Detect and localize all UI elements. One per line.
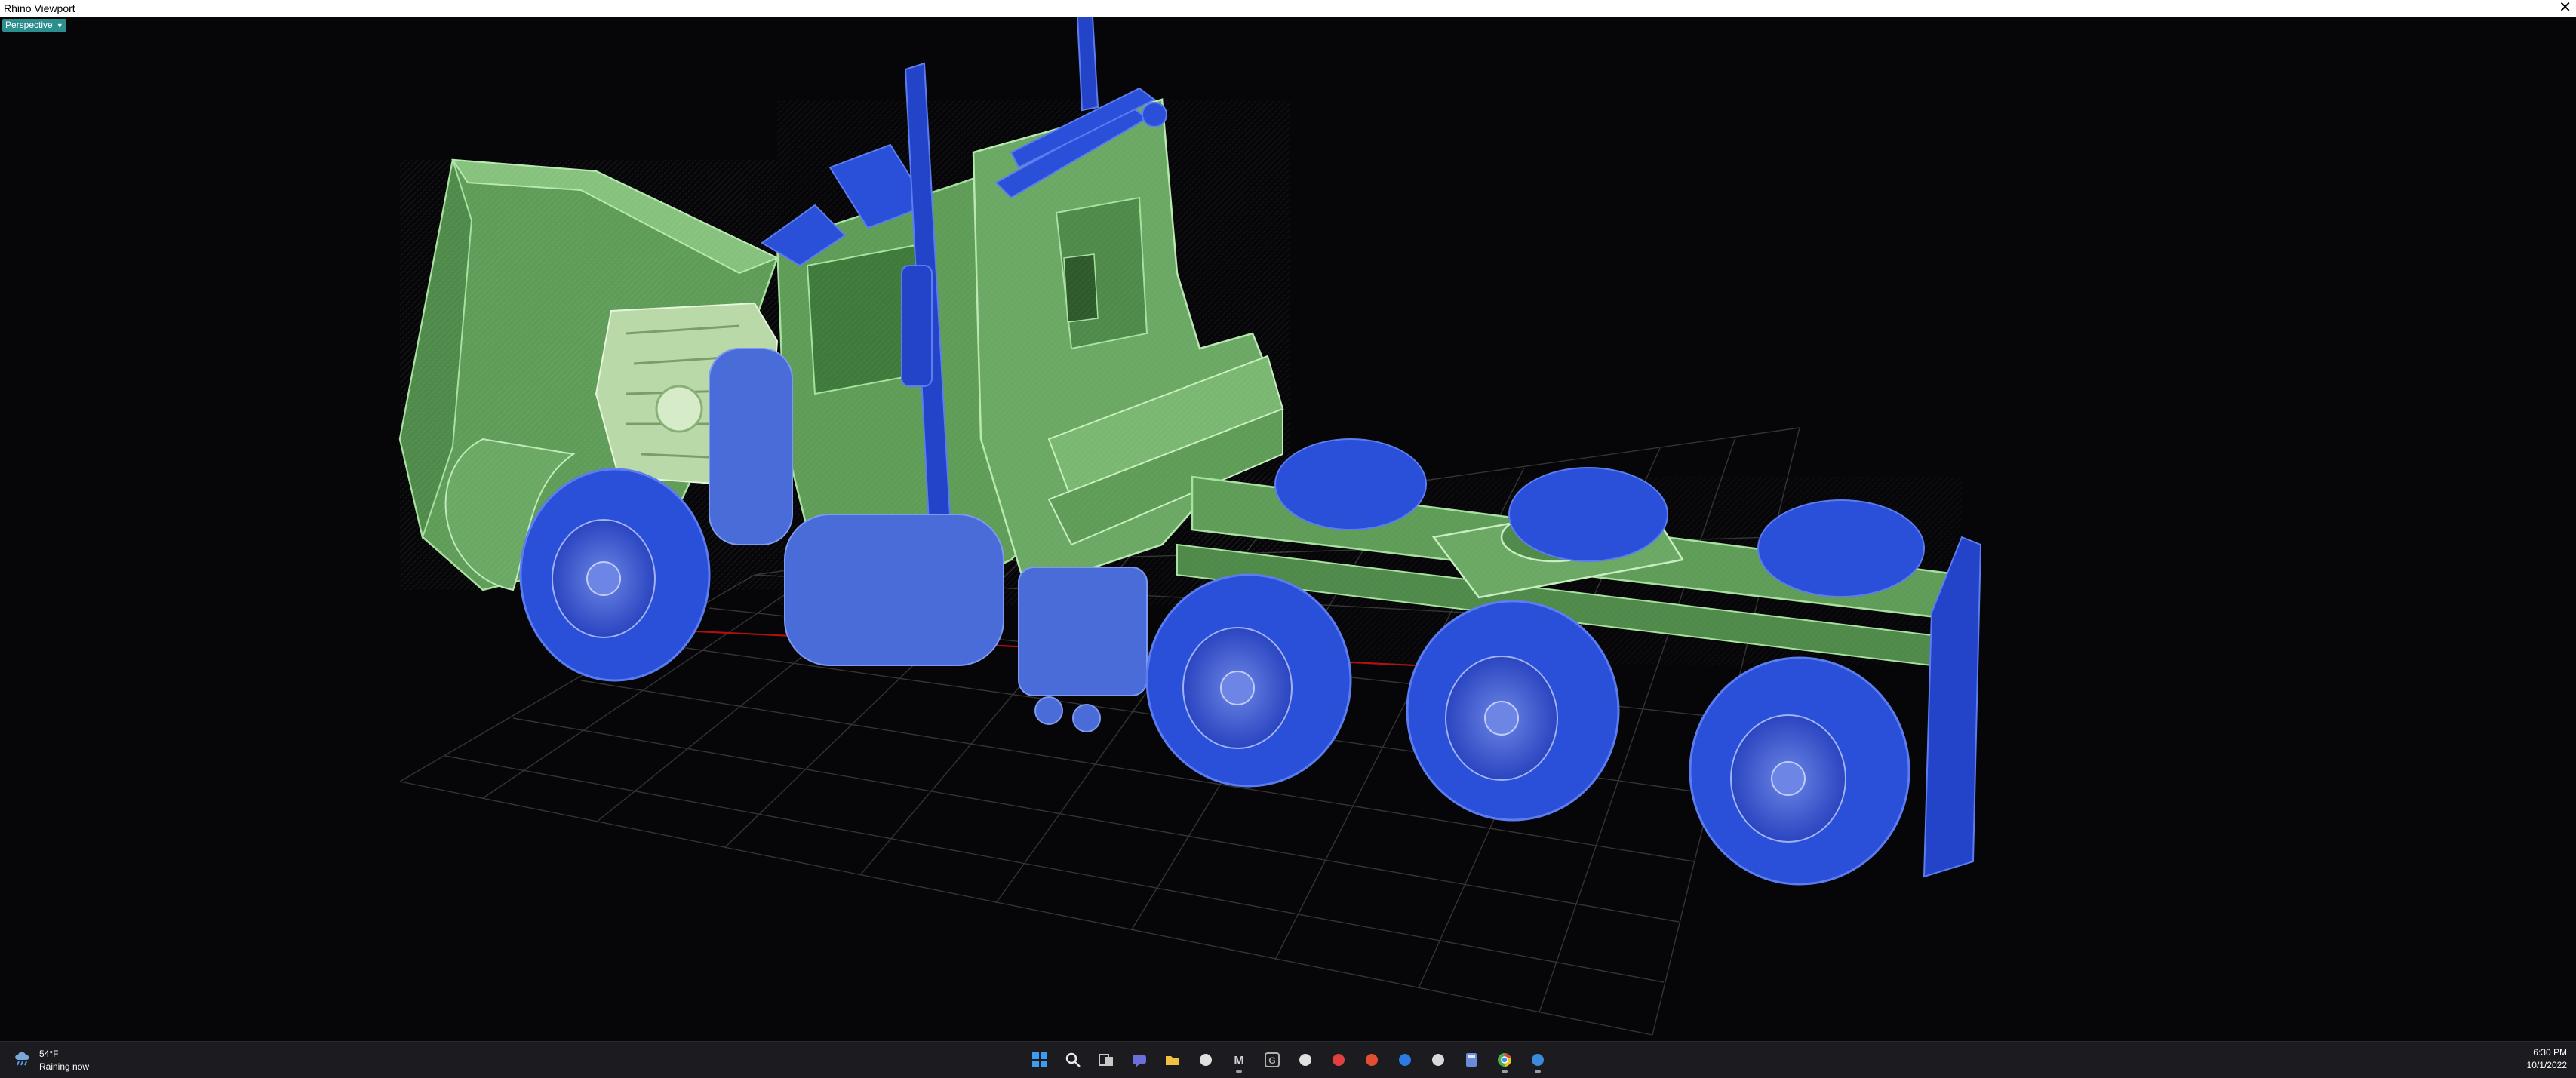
taskbar-apps: MG <box>1026 1046 1551 1073</box>
system-clock[interactable]: 6:30 PM 10/1/2022 <box>2527 1046 2567 1072</box>
start-icon[interactable] <box>1026 1046 1053 1073</box>
gecko-app-icon[interactable] <box>1292 1046 1319 1073</box>
calculator-icon[interactable] <box>1458 1046 1485 1073</box>
chevron-down-icon[interactable]: ▼ <box>57 22 63 29</box>
weather-temp: 54°F <box>39 1049 59 1059</box>
task-view-icon[interactable] <box>1093 1046 1120 1073</box>
svg-text:G: G <box>1268 1055 1275 1066</box>
search-icon[interactable] <box>1059 1046 1087 1073</box>
front-wheel <box>519 468 711 682</box>
weather-condition: Raining now <box>39 1061 90 1072</box>
m-app-icon[interactable]: M <box>1225 1046 1253 1073</box>
g-app-icon[interactable]: G <box>1259 1046 1286 1073</box>
red-app-icon[interactable] <box>1325 1046 1352 1073</box>
rhino-viewport[interactable]: Perspective ▼ <box>0 17 2576 1041</box>
alien-app-icon[interactable] <box>1192 1046 1219 1073</box>
chrome-icon[interactable] <box>1491 1046 1518 1073</box>
taskbar: 54°F Raining now MG 6:30 PM 10/1/2022 <box>0 1041 2576 1078</box>
rear-wheel-2 <box>1406 600 1620 822</box>
chat-icon[interactable] <box>1126 1046 1153 1073</box>
clock-time: 6:30 PM <box>2533 1047 2567 1058</box>
window-titlebar: Rhino Viewport ✕ <box>0 0 2576 17</box>
grasshopper-app-icon[interactable] <box>1425 1046 1452 1073</box>
window-title: Rhino Viewport <box>4 2 75 14</box>
puzzle-app-icon[interactable] <box>1358 1046 1385 1073</box>
clock-date: 10/1/2022 <box>2526 1060 2567 1070</box>
viewport-tab-label: Perspective <box>5 20 53 30</box>
close-icon[interactable]: ✕ <box>2559 0 2571 16</box>
rear-wheel-3 <box>1689 656 1910 886</box>
rain-cloud-icon <box>15 1052 29 1066</box>
blue-app-icon[interactable] <box>1391 1046 1419 1073</box>
truck-3d-model-render[interactable] <box>0 17 2576 1041</box>
tab-perspective[interactable]: Perspective ▼ <box>2 19 66 32</box>
rhino-icon[interactable] <box>1524 1046 1551 1073</box>
svg-text:M: M <box>1234 1055 1243 1067</box>
file-explorer-icon[interactable] <box>1159 1046 1186 1073</box>
rear-wheel-1 <box>1145 573 1352 788</box>
